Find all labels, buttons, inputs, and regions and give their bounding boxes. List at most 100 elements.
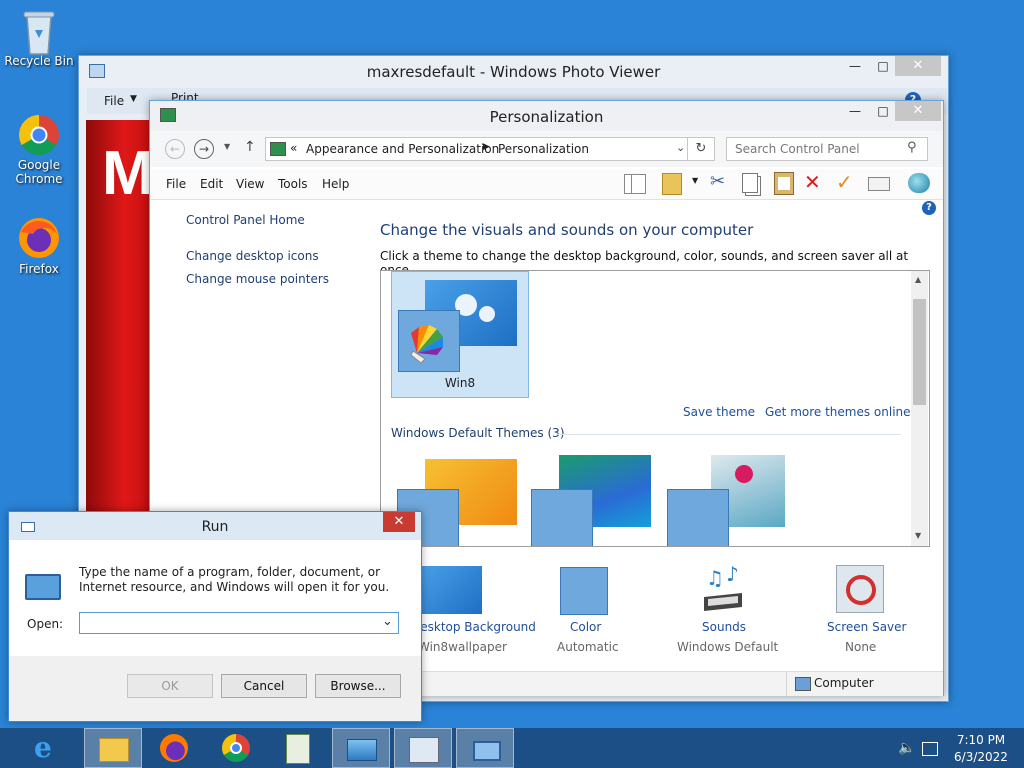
menu-help[interactable]: Help — [322, 177, 349, 191]
run-titlebar[interactable]: Run ✕ — [9, 512, 421, 540]
maximize-button[interactable]: □ — [869, 56, 897, 76]
delete-icon[interactable]: ✕ — [804, 170, 821, 194]
menu-view[interactable]: View — [236, 177, 264, 191]
screen-saver-link[interactable]: Screen Saver — [827, 620, 906, 634]
taskbar-internet-explorer[interactable]: e — [20, 728, 78, 768]
browse-button[interactable]: Browse... — [315, 674, 401, 698]
back-arrow-icon[interactable]: ← — [165, 139, 185, 159]
change-desktop-icons-link[interactable]: Change desktop icons — [186, 249, 319, 263]
refresh-icon[interactable]: ↻ — [687, 137, 715, 161]
paste-icon[interactable] — [774, 172, 794, 195]
search-icon[interactable]: ⚲ — [907, 140, 917, 155]
cancel-button[interactable]: Cancel — [221, 674, 307, 698]
taskbar-chrome[interactable] — [208, 728, 266, 768]
menu-toolbar-row: File Edit View Tools Help ▼ ✂ ✕ ✓ — [150, 169, 943, 200]
theme-item-win8[interactable]: Win8 — [391, 271, 529, 398]
menu-tools[interactable]: Tools — [278, 177, 308, 191]
clock-time[interactable]: 7:10 PM — [950, 733, 1012, 747]
menu-edit[interactable]: Edit — [200, 177, 223, 191]
taskbar-run[interactable] — [456, 728, 514, 768]
clock-date[interactable]: 6/3/2022 — [950, 750, 1012, 764]
open-combobox[interactable]: ⌄ — [79, 612, 399, 634]
firefox-icon — [17, 216, 61, 260]
color-palette-icon[interactable] — [560, 567, 608, 615]
run-dialog[interactable]: Run ✕ Type the name of a program, folder… — [8, 511, 422, 722]
close-button[interactable]: ✕ — [895, 56, 941, 76]
breadcrumb-personalization[interactable]: Personalization — [498, 142, 589, 156]
run-icon — [473, 741, 501, 761]
open-input[interactable] — [82, 614, 376, 632]
minimize-button[interactable]: — — [841, 101, 869, 121]
get-more-themes-link[interactable]: Get more themes online — [765, 405, 911, 419]
recent-pages-chevron-icon[interactable]: ▼ — [224, 142, 230, 151]
folder-options-icon[interactable] — [662, 173, 682, 195]
chevron-down-icon[interactable]: ▼ — [692, 176, 698, 185]
cut-icon[interactable]: ✂ — [710, 171, 725, 192]
color-palette-icon — [531, 489, 593, 546]
scroll-up-icon[interactable]: ▲ — [915, 275, 921, 284]
personalization-titlebar[interactable]: Personalization — □ ✕ — [150, 101, 943, 131]
properties-check-icon[interactable]: ✓ — [836, 170, 853, 194]
maximize-button[interactable]: □ — [869, 101, 897, 121]
photo-viewer-icon — [347, 739, 377, 761]
desktop-icon-google-chrome[interactable]: Google Chrome — [4, 112, 74, 186]
photo-viewer-titlebar[interactable]: maxresdefault - Windows Photo Viewer — □… — [79, 56, 948, 86]
run-title: Run — [201, 519, 229, 535]
copy-icon[interactable] — [742, 173, 758, 193]
svg-text:♪: ♪ — [726, 563, 739, 586]
desktop-background-link[interactable]: Desktop Background — [411, 620, 536, 634]
theme-list[interactable]: Win8 Save theme Get more themes online W… — [380, 270, 930, 547]
address-bar[interactable]: « Appearance and Personalization ▶ Perso… — [265, 137, 707, 161]
taskbar-file-explorer[interactable] — [84, 728, 142, 768]
firefox-icon — [160, 734, 188, 762]
scrollbar-thumb[interactable] — [913, 299, 926, 405]
rename-icon[interactable] — [868, 177, 890, 191]
up-arrow-icon[interactable]: ↑ — [244, 139, 256, 155]
chevron-down-icon: ▼ — [130, 94, 137, 104]
open-label: Open: — [27, 617, 64, 631]
shell-icon[interactable] — [908, 173, 930, 193]
theme-list-scrollbar[interactable]: ▲ ▼ — [911, 271, 928, 546]
chevron-down-icon[interactable]: ⌄ — [382, 614, 393, 629]
layout-pane-icon[interactable] — [624, 174, 646, 194]
chrome-icon — [222, 734, 250, 762]
theme-item-default-2[interactable] — [531, 455, 655, 546]
theme-item-default-3[interactable] — [667, 455, 791, 546]
taskbar-control-panel[interactable] — [394, 728, 452, 768]
desktop-icon-firefox[interactable]: Firefox — [4, 216, 74, 276]
run-button-row: OK Cancel Browse... — [9, 656, 421, 721]
color-palette-icon — [667, 489, 729, 546]
sounds-link[interactable]: Sounds — [702, 620, 746, 634]
scroll-down-icon[interactable]: ▼ — [915, 531, 921, 540]
ok-button[interactable]: OK — [127, 674, 213, 698]
save-theme-link[interactable]: Save theme — [683, 405, 755, 419]
computer-icon — [795, 677, 811, 691]
screen-saver-icon[interactable] — [836, 565, 884, 613]
change-mouse-pointers-link[interactable]: Change mouse pointers — [186, 272, 329, 286]
taskbar-photo-viewer[interactable] — [332, 728, 390, 768]
sounds-icon[interactable]: ♫ ♪ — [698, 562, 748, 615]
desktop-background-icon[interactable] — [420, 566, 482, 614]
volume-muted-icon[interactable]: 🔈 — [898, 740, 915, 756]
photo-image-text: M — [102, 139, 150, 208]
forward-arrow-icon[interactable]: → — [194, 139, 214, 159]
photo-menu-file[interactable]: File — [104, 94, 124, 108]
taskbar-firefox[interactable] — [146, 728, 204, 768]
chevron-down-icon[interactable]: ⌄ — [676, 141, 685, 154]
help-icon[interactable]: ? — [922, 201, 936, 215]
taskbar-notepadpp[interactable] — [270, 728, 328, 768]
search-input[interactable]: Search Control Panel — [735, 142, 860, 156]
notepadpp-icon — [286, 734, 310, 764]
page-heading: Change the visuals and sounds on your co… — [380, 221, 754, 239]
search-control-panel-box[interactable]: Search Control Panel ⚲ — [726, 137, 928, 161]
color-link[interactable]: Color — [570, 620, 601, 634]
close-button[interactable]: ✕ — [895, 101, 941, 121]
desktop-icon-recycle-bin[interactable]: Recycle Bin — [4, 8, 74, 68]
breadcrumb-appearance[interactable]: Appearance and Personalization — [306, 142, 499, 156]
network-icon[interactable] — [922, 742, 938, 756]
breadcrumb-overflow[interactable]: « — [290, 141, 297, 155]
minimize-button[interactable]: — — [841, 56, 869, 76]
menu-file[interactable]: File — [166, 177, 186, 191]
control-panel-home-link[interactable]: Control Panel Home — [186, 213, 305, 227]
close-button[interactable]: ✕ — [383, 512, 415, 532]
